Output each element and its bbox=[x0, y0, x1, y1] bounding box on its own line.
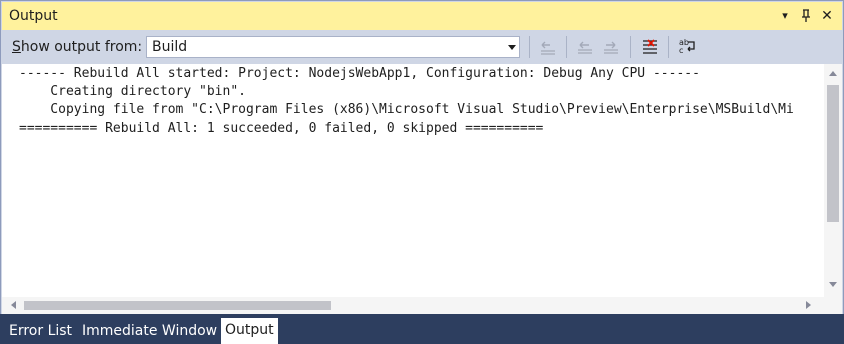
clear-all-button[interactable] bbox=[639, 36, 661, 58]
tab-output[interactable]: Output bbox=[221, 318, 278, 344]
scroll-left-icon[interactable] bbox=[11, 301, 16, 309]
output-text-area[interactable]: ------ Rebuild All started: Project: Nod… bbox=[2, 64, 824, 301]
horizontal-scrollbar[interactable] bbox=[2, 297, 824, 314]
scroll-right-icon[interactable] bbox=[806, 301, 811, 309]
window-title: Output bbox=[9, 8, 58, 24]
tab-error-list[interactable]: Error List bbox=[5, 320, 76, 344]
window-menu-dropdown-icon[interactable]: ▾ bbox=[776, 6, 794, 26]
output-line: Creating directory "bin". bbox=[19, 84, 246, 99]
find-previous-button[interactable] bbox=[574, 36, 596, 58]
show-output-label: Show output from: bbox=[12, 39, 142, 55]
toggle-word-wrap-button[interactable]: ab c bbox=[676, 36, 698, 58]
vertical-scrollbar[interactable] bbox=[824, 64, 842, 301]
output-line: ========== Rebuild All: 1 succeeded, 0 f… bbox=[19, 121, 544, 136]
close-icon[interactable]: ✕ bbox=[818, 6, 836, 26]
toolbar-separator bbox=[566, 36, 567, 58]
clear-all-icon bbox=[643, 39, 657, 54]
output-line: ------ Rebuild All started: Project: Nod… bbox=[19, 66, 700, 81]
output-source-value: Build bbox=[152, 39, 188, 55]
horizontal-scroll-thumb[interactable] bbox=[24, 301, 331, 310]
title-bar[interactable]: Output ▾ ✕ bbox=[2, 2, 842, 30]
show-output-label-text: how output from: bbox=[20, 39, 143, 55]
find-next-button[interactable] bbox=[600, 36, 622, 58]
scrollbar-corner bbox=[824, 301, 842, 314]
pin-icon[interactable] bbox=[797, 6, 815, 26]
toggle-word-wrap-icon: ab c bbox=[679, 38, 695, 55]
vertical-scroll-thumb[interactable] bbox=[827, 85, 839, 222]
output-window: Output ▾ ✕ Show output from: Build ab c … bbox=[0, 0, 844, 344]
scroll-up-icon[interactable] bbox=[829, 71, 837, 76]
pin-glyph-icon bbox=[802, 9, 810, 22]
toolbar-separator bbox=[630, 36, 631, 58]
tool-window-tab-strip: Error List Immediate Window Output bbox=[0, 314, 844, 344]
chevron-down-icon[interactable] bbox=[508, 45, 516, 50]
toolbar-separator bbox=[529, 36, 530, 58]
go-to-previous-message-button[interactable] bbox=[537, 36, 559, 58]
output-source-select[interactable]: Build bbox=[146, 36, 520, 58]
tab-immediate-window[interactable]: Immediate Window bbox=[78, 320, 221, 344]
find-next-icon bbox=[604, 41, 618, 54]
output-toolbar: Show output from: Build ab c bbox=[2, 30, 842, 64]
go-to-previous-message-icon bbox=[541, 41, 555, 55]
show-output-mnemonic: S bbox=[12, 39, 21, 55]
toolbar-separator bbox=[668, 36, 669, 58]
output-line: Copying file from "C:\Program Files (x86… bbox=[19, 102, 794, 117]
scroll-down-icon[interactable] bbox=[829, 282, 837, 287]
find-previous-icon bbox=[578, 41, 592, 54]
svg-text:c: c bbox=[679, 46, 683, 55]
